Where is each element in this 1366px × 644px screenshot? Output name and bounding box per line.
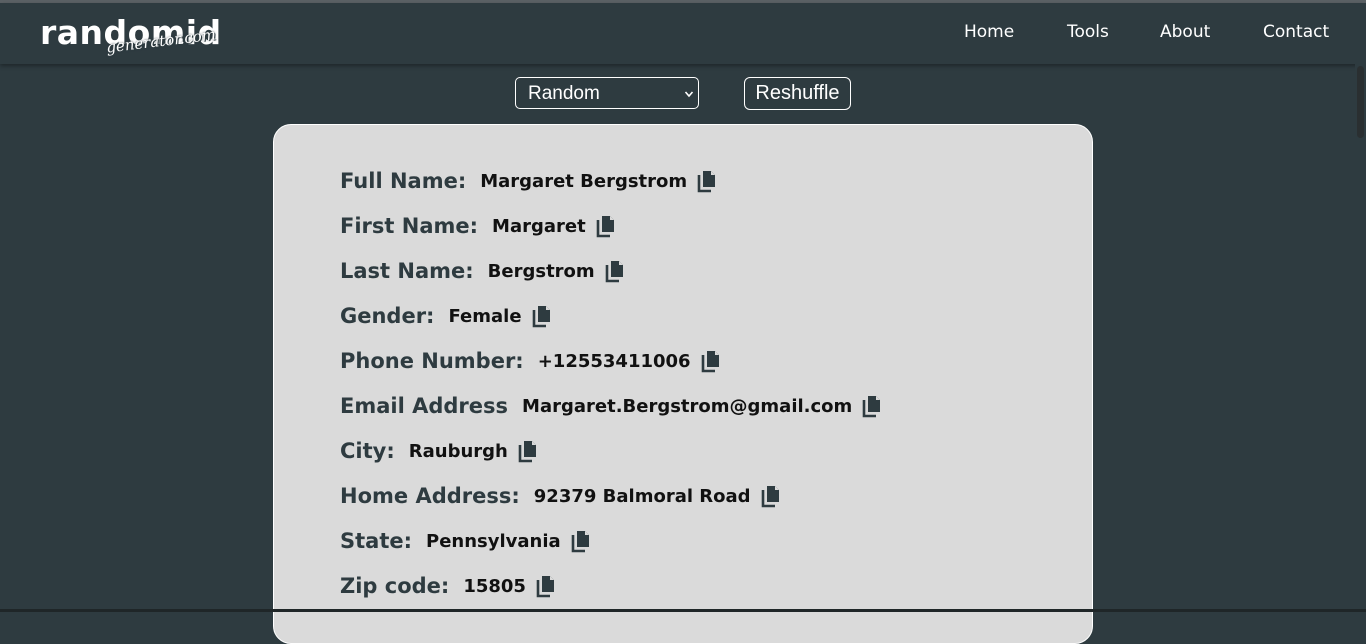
field-value: Rauburgh xyxy=(408,440,508,462)
field-row: Gender: Female xyxy=(340,301,553,331)
copy-icon[interactable] xyxy=(696,169,718,193)
field-row: State: Pennsylvania xyxy=(340,526,592,556)
field-value: Margaret.Bergstrom@gmail.com xyxy=(522,395,853,417)
field-label: Full Name: xyxy=(340,169,467,193)
nav-contact[interactable]: Contact xyxy=(1263,20,1329,44)
field-label: Email Address xyxy=(340,394,509,418)
field-value: Female xyxy=(448,305,522,327)
nav-about[interactable]: About xyxy=(1160,20,1210,44)
field-label: City: xyxy=(340,439,395,463)
scrollbar[interactable] xyxy=(1355,64,1366,612)
field-row: First Name: Margaret xyxy=(340,211,617,241)
copy-icon[interactable] xyxy=(595,214,617,238)
field-label: Last Name: xyxy=(340,259,474,283)
field-label: Phone Number: xyxy=(340,349,524,373)
copy-icon[interactable] xyxy=(861,394,883,418)
copy-icon[interactable] xyxy=(517,439,539,463)
field-row: Phone Number: +12553411006 xyxy=(340,346,722,376)
copy-icon[interactable] xyxy=(570,529,592,553)
mode-select-value: Random xyxy=(528,83,600,104)
field-value: 15805 xyxy=(463,575,526,597)
field-value: +12553411006 xyxy=(537,350,691,372)
mode-select[interactable]: Random xyxy=(515,77,699,109)
copy-icon[interactable] xyxy=(604,259,626,283)
copy-icon[interactable] xyxy=(700,349,722,373)
field-label: First Name: xyxy=(340,214,479,238)
field-row: Full Name: Margaret Bergstrom xyxy=(340,166,718,196)
field-label: Gender: xyxy=(340,304,435,328)
field-value: 92379 Balmoral Road xyxy=(533,485,751,507)
copy-icon[interactable] xyxy=(535,574,557,598)
scrollbar-thumb[interactable] xyxy=(1357,66,1364,138)
navbar: randomid generator.com Home Tools About … xyxy=(0,3,1366,64)
field-value: Bergstrom xyxy=(487,260,595,282)
field-label: State: xyxy=(340,529,413,553)
nav-home[interactable]: Home xyxy=(964,20,1014,44)
field-row: Email Address Margaret.Bergstrom@gmail.co… xyxy=(340,391,883,421)
controls-bar: Random Reshuffle xyxy=(0,77,1366,113)
chevron-down-icon xyxy=(684,78,694,123)
identity-card: Full Name: Margaret Bergstrom First Name: M… xyxy=(273,124,1093,644)
field-row: Last Name: Bergstrom xyxy=(340,256,626,286)
copy-icon[interactable] xyxy=(760,484,782,508)
field-value: Pennsylvania xyxy=(426,530,561,552)
nav-tools[interactable]: Tools xyxy=(1067,20,1109,44)
reshuffle-button[interactable]: Reshuffle xyxy=(744,77,851,110)
field-row: Home Address: 92379 Balmoral Road xyxy=(340,481,782,511)
field-label: Home Address: xyxy=(340,484,520,508)
copy-icon[interactable] xyxy=(531,304,553,328)
site-logo[interactable]: randomid generator.com xyxy=(40,11,230,63)
field-value: Margaret xyxy=(492,215,586,237)
field-label: Zip code: xyxy=(340,574,450,598)
field-row: City: Rauburgh xyxy=(340,436,539,466)
field-row: Zip code: 15805 xyxy=(340,571,557,601)
field-value: Margaret Bergstrom xyxy=(480,170,688,192)
